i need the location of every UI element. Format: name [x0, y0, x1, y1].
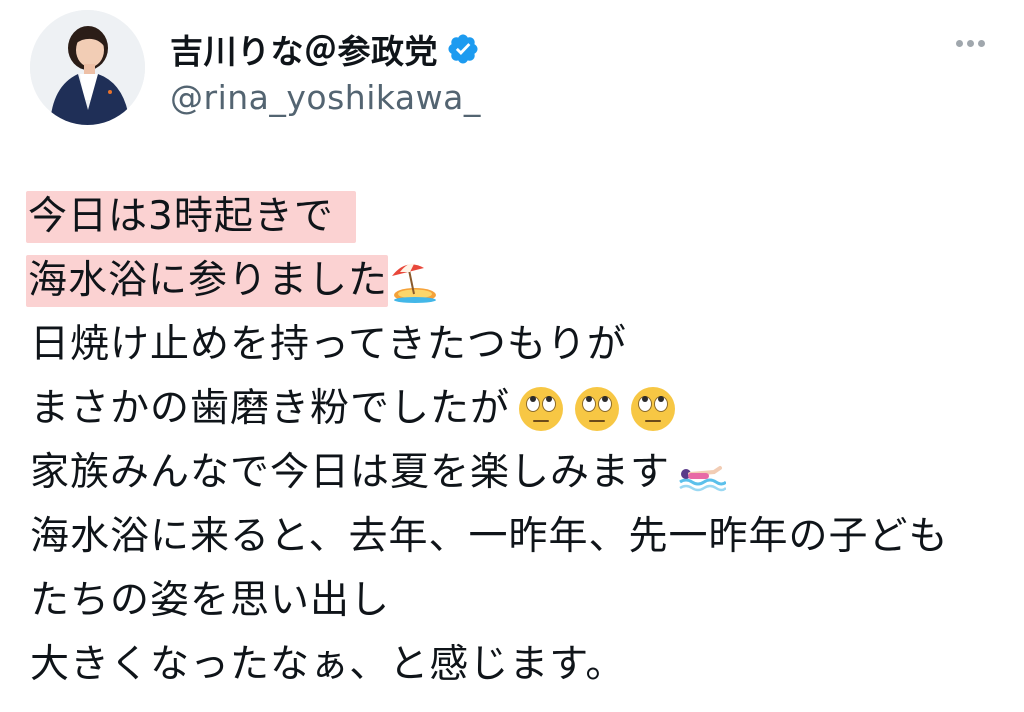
tweet-line: 大きくなったなぁ、と感じます。 [30, 633, 1010, 697]
tweet-line-text: まさかの歯磨き粉でしたが [30, 386, 511, 431]
avatar[interactable] [30, 10, 145, 125]
tweet-line: 海水浴に来ると、去年、一昨年、先一昨年の子ども [30, 505, 1010, 569]
tweet-line-text: 海水浴に参りました [28, 258, 389, 303]
tweet-line: 海水浴に参りました [26, 249, 1010, 313]
verified-badge-icon [446, 32, 480, 66]
more-dot [966, 39, 974, 47]
tweet-line-text: 海水浴に来ると、去年、一昨年、先一昨年の子ども [30, 514, 949, 559]
tweet-line: たちの姿を思い出し [30, 569, 1010, 633]
tweet-line: 今日は3時起きで [26, 185, 1010, 249]
tweet-line: 家族みんなで今日は夏を楽しみます [30, 441, 1010, 505]
highlighted-text: 今日は3時起きで [26, 191, 356, 243]
beach-umbrella-icon [388, 256, 438, 306]
more-dot [977, 39, 985, 47]
user-handle[interactable]: @rina_yoshikawa_ [170, 78, 481, 117]
tweet-line: 日焼け止めを持ってきたつもりが [30, 313, 1010, 377]
eye-roll-face-icon [628, 384, 678, 434]
eye-roll-face-icon [516, 384, 566, 434]
more-options-icon[interactable] [948, 28, 992, 58]
tweet-card: 吉川りな＠参政党 @rina_yoshikawa_ 今日は3時起きで 海水浴に参… [0, 0, 1024, 712]
tweet-line-text: 大きくなったなぁ、と感じます。 [30, 642, 626, 687]
tweet-line: まさかの歯磨き粉でしたが [30, 377, 1010, 441]
more-dot [955, 39, 963, 47]
avatar-photo-icon [30, 10, 145, 125]
highlighted-text: 海水浴に参りました [26, 255, 389, 307]
tweet-text: 今日は3時起きで 海水浴に参りました 日焼け止めを持ってきたつもりが まさかの歯… [26, 185, 1010, 697]
swimmer-icon [676, 448, 727, 498]
name-row: 吉川りな＠参政党 [170, 24, 480, 74]
tweet-line-text: 日焼け止めを持ってきたつもりが [30, 322, 627, 367]
display-name[interactable]: 吉川りな＠参政党 [170, 25, 438, 73]
eye-roll-face-icon [572, 384, 622, 434]
tweet-line-text: 家族みんなで今日は夏を楽しみます [30, 450, 671, 495]
tweet-header: 吉川りな＠参政党 @rina_yoshikawa_ [30, 10, 994, 125]
tweet-line-text: たちの姿を思い出し [30, 578, 391, 623]
tweet-line-text: 今日は3時起きで [28, 194, 334, 239]
